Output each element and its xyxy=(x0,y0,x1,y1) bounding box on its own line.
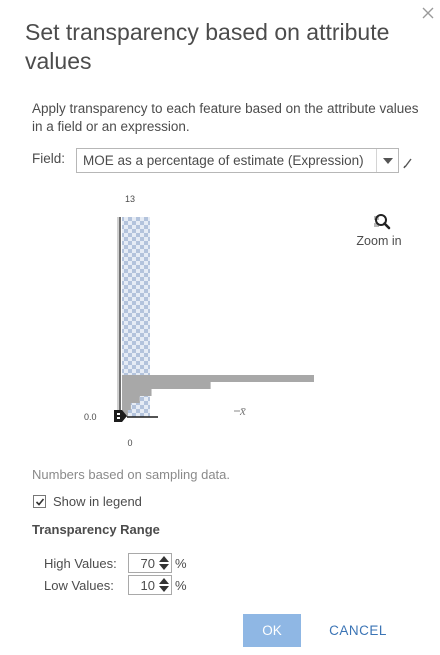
low-values-stepper[interactable]: 10 xyxy=(128,575,172,595)
histogram-svg: 13 x̄ 0.0 0 xyxy=(84,194,314,448)
high-values-input[interactable]: 70 xyxy=(141,556,155,571)
y-bottom-label: 0 xyxy=(127,438,132,448)
checkmark-icon xyxy=(35,497,44,506)
high-values-label: High Values: xyxy=(44,556,117,571)
show-in-legend-label: Show in legend xyxy=(53,494,142,509)
zoom-in-button[interactable]: Zoom in xyxy=(352,212,412,248)
field-select[interactable]: MOE as a percentage of estimate (Express… xyxy=(76,148,399,173)
low-values-label: Low Values: xyxy=(44,578,114,593)
histogram-chart: 13 x̄ 0.0 0 xyxy=(80,185,340,455)
low-values-unit: % xyxy=(175,578,187,593)
transparency-dialog: Set transparency based on attribute valu… xyxy=(0,0,440,655)
low-values-input[interactable]: 10 xyxy=(141,578,155,593)
field-selected-value: MOE as a percentage of estimate (Express… xyxy=(83,153,364,168)
handle-value-label: 0.0 xyxy=(84,412,97,422)
histogram-bar xyxy=(122,375,314,382)
stepper-arrows-icon[interactable] xyxy=(158,556,170,571)
close-icon xyxy=(422,7,434,19)
high-values-stepper[interactable]: 70 xyxy=(128,553,172,573)
cancel-button[interactable]: CANCEL xyxy=(318,614,398,647)
close-button[interactable] xyxy=(419,4,437,22)
show-in-legend-toggle[interactable]: Show in legend xyxy=(33,494,142,509)
zoom-in-label: Zoom in xyxy=(356,234,402,248)
field-label: Field: xyxy=(32,151,66,166)
sampling-note: Numbers based on sampling data. xyxy=(32,467,231,482)
high-values-unit: % xyxy=(175,556,187,571)
histogram-bar xyxy=(122,389,152,396)
ok-button[interactable]: OK xyxy=(243,614,301,647)
histogram-bar xyxy=(122,382,211,389)
histogram-bar xyxy=(122,396,140,403)
pencil-icon[interactable] xyxy=(402,151,414,171)
histogram-bar xyxy=(122,403,131,410)
dialog-title: Set transparency based on attribute valu… xyxy=(25,19,390,74)
dialog-description: Apply transparency to each feature based… xyxy=(32,101,419,134)
magnifier-icon xyxy=(374,214,391,230)
stepper-arrows-icon[interactable] xyxy=(158,578,170,593)
y-top-label: 13 xyxy=(125,194,135,204)
transparency-range-title: Transparency Range xyxy=(32,522,160,537)
dropdown-arrow-icon[interactable] xyxy=(376,149,398,172)
show-in-legend-checkbox[interactable] xyxy=(33,495,46,508)
mean-label: x̄ xyxy=(239,403,246,418)
